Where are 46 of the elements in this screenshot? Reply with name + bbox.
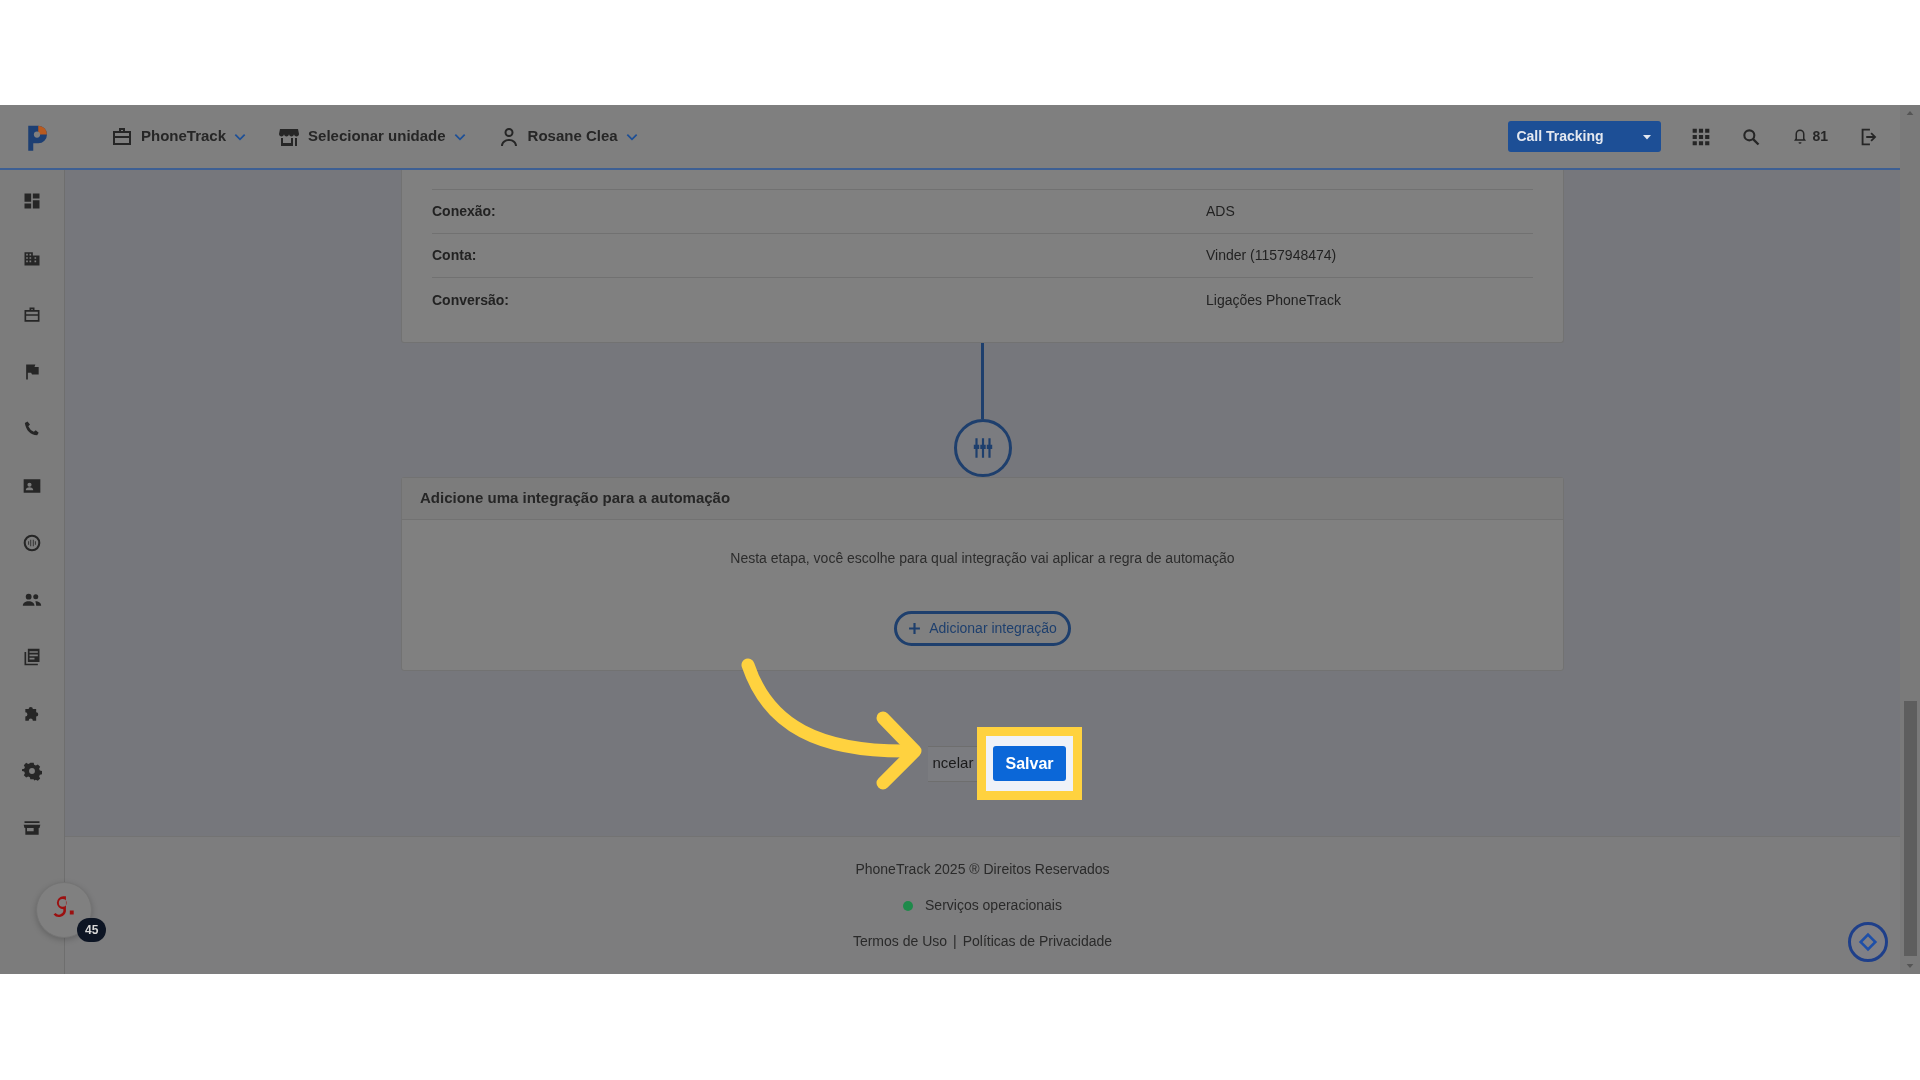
field-value: ADS <box>1206 202 1235 221</box>
settings-icon <box>22 761 42 781</box>
grid-icon <box>1691 126 1712 147</box>
sidebar-item[interactable] <box>22 761 42 781</box>
copyright-text: PhoneTrack 2025 ® Direitos Reservados <box>855 860 1110 879</box>
field-value: Ligações PhoneTrack <box>1206 290 1341 310</box>
link-separator: | <box>953 932 957 951</box>
avatar-logo-icon <box>53 895 75 917</box>
footer-link[interactable]: Políticas de Privacidade <box>962 931 1113 952</box>
save-button[interactable]: Salvar <box>993 746 1066 781</box>
briefcase-icon <box>22 305 42 325</box>
status-dot <box>903 900 913 911</box>
card-title: Adicione uma integração para a automação <box>402 478 1563 520</box>
store-icon <box>22 818 42 838</box>
instruction-text: Nesta etapa, você escolhe para qual integração vai aplicar a regra de automação <box>730 549 1235 568</box>
field-label: Conexão: <box>432 202 497 221</box>
target-icon <box>22 533 42 553</box>
sidebar-item[interactable] <box>22 647 42 667</box>
support-widget-button[interactable] <box>1848 922 1888 962</box>
sidebar-item[interactable] <box>22 476 42 496</box>
diamond-arrows-icon <box>1857 930 1879 954</box>
notifications-button[interactable]: 81 <box>1791 126 1828 147</box>
sidebar-item[interactable] <box>22 818 42 838</box>
apps-button[interactable] <box>1691 126 1712 147</box>
nav-menu[interactable]: PhoneTrack <box>110 124 248 149</box>
search-icon <box>1741 126 1762 147</box>
sidebar-item[interactable] <box>22 533 42 553</box>
product-select[interactable]: Call Tracking <box>1508 121 1662 152</box>
nav-menu[interactable]: Selecionar unidade <box>277 124 467 149</box>
sidebar-item[interactable] <box>22 305 42 325</box>
search-button[interactable] <box>1741 126 1762 147</box>
field-label: Conta: <box>432 246 478 265</box>
scroll-up-icon <box>1905 109 1915 117</box>
documents-icon <box>22 647 42 667</box>
field-label: Conversão: <box>432 290 511 310</box>
contact-card-icon <box>22 476 42 496</box>
plus-icon <box>908 622 922 635</box>
field-value: Vinder (1157948474) <box>1206 246 1337 265</box>
scroll-down-icon <box>1905 962 1915 970</box>
cancel-button[interactable]: ncelar <box>928 745 978 782</box>
status-text: Serviços operacionais <box>925 896 1062 915</box>
add-integration-button[interactable]: Adicionar integração <box>894 611 1071 646</box>
nav-menu[interactable]: Rosane Clea <box>496 124 639 149</box>
sidebar-item[interactable] <box>22 191 42 211</box>
dashboard-icon <box>22 191 42 211</box>
footer-link[interactable]: Termos de Uso <box>852 931 948 952</box>
